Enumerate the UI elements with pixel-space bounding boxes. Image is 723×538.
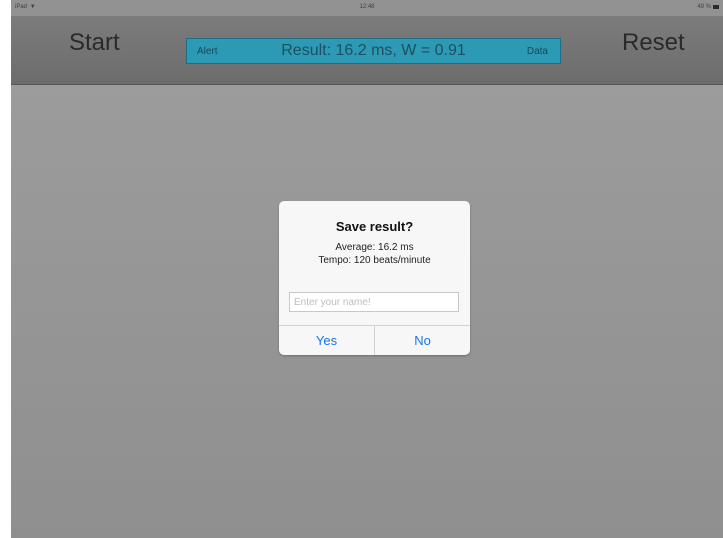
- status-time: 12:48: [359, 4, 375, 10]
- navbar: Start Alert Result: 16.2 ms, W = 0.91 Da…: [11, 16, 723, 85]
- status-bar: iPad ▼ 12:48 49 %: [11, 0, 723, 16]
- battery-percent: 49 %: [697, 4, 711, 10]
- result-text: Result: 16.2 ms, W = 0.91: [281, 42, 466, 59]
- start-button[interactable]: Start: [69, 28, 120, 58]
- average-text: Average: 16.2 ms: [335, 242, 414, 253]
- tempo-text: Tempo: 120 beats/minute: [318, 255, 431, 266]
- result-panel: Alert Result: 16.2 ms, W = 0.91 Data: [186, 38, 561, 64]
- no-button[interactable]: No: [375, 326, 470, 355]
- data-label: Data: [526, 46, 548, 57]
- save-result-dialog: Save result? Average: 16.2 ms Tempo: 120…: [279, 201, 470, 355]
- dialog-title: Save result?: [335, 219, 414, 234]
- yes-button[interactable]: Yes: [279, 326, 374, 355]
- battery-icon: [713, 5, 719, 9]
- battery-indicator: 49 %: [697, 4, 719, 10]
- name-input[interactable]: [289, 292, 459, 312]
- ipad-screen: iPad ▼ 12:48 49 % Start Alert Result: 16…: [11, 0, 723, 538]
- reset-button[interactable]: Reset: [622, 28, 685, 58]
